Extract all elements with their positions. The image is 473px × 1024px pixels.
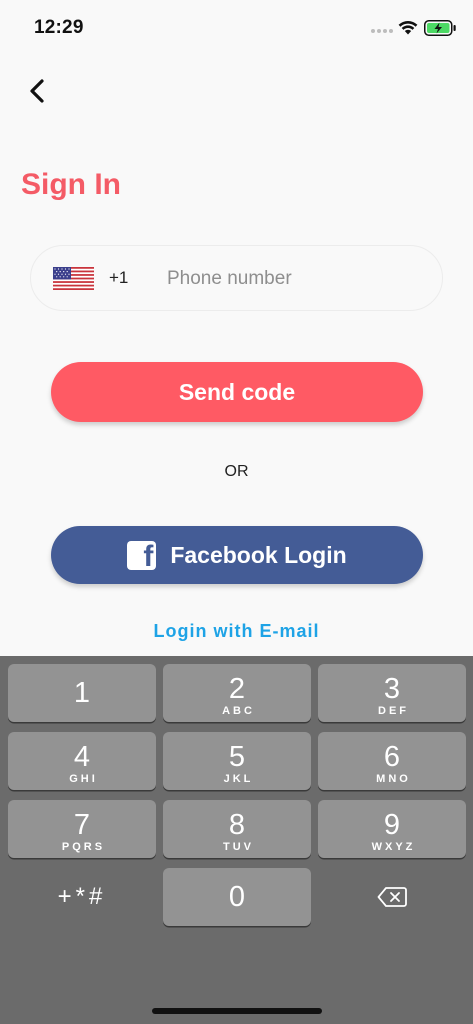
page-title: Sign In (21, 168, 121, 201)
home-indicator (152, 1008, 322, 1014)
key-9[interactable]: 9 WXYZ (318, 800, 466, 858)
key-7[interactable]: 7 PQRS (8, 800, 156, 858)
us-flag-icon[interactable] (53, 267, 94, 290)
battery-charging-icon (424, 20, 456, 36)
status-bar: 12:29 (0, 0, 473, 56)
phone-number-input[interactable] (167, 260, 427, 298)
or-divider: OR (224, 463, 249, 480)
key-8[interactable]: 8 TUV (163, 800, 311, 858)
back-chevron-icon (30, 79, 44, 103)
delete-key[interactable] (318, 868, 466, 926)
phone-field: +1 (30, 245, 443, 311)
facebook-login-label: Facebook Login (170, 541, 347, 568)
send-code-button[interactable]: Send code (51, 362, 423, 422)
key-1[interactable]: 1 (8, 664, 156, 722)
numeric-keypad: 1 2 ABC 3 DEF 4 GHI 5 JKL 6 MNO 7 PQRS 8… (0, 656, 473, 1024)
country-code[interactable]: +1 (109, 268, 128, 288)
key-0[interactable]: 0 (163, 868, 311, 926)
back-button[interactable] (22, 76, 52, 106)
cellular-signal-icon (371, 29, 393, 35)
wifi-icon (398, 20, 418, 35)
key-6[interactable]: 6 MNO (318, 732, 466, 790)
key-2[interactable]: 2 ABC (163, 664, 311, 722)
login-with-email-link[interactable]: Login with E-mail (0, 621, 473, 642)
key-4[interactable]: 4 GHI (8, 732, 156, 790)
status-time: 12:29 (34, 17, 84, 38)
delete-backspace-icon (377, 887, 407, 907)
facebook-f-icon: f (127, 540, 157, 570)
key-5[interactable]: 5 JKL (163, 732, 311, 790)
facebook-login-button[interactable]: f Facebook Login (51, 526, 423, 584)
key-3[interactable]: 3 DEF (318, 664, 466, 722)
key-symbols[interactable]: +*# (8, 868, 156, 926)
